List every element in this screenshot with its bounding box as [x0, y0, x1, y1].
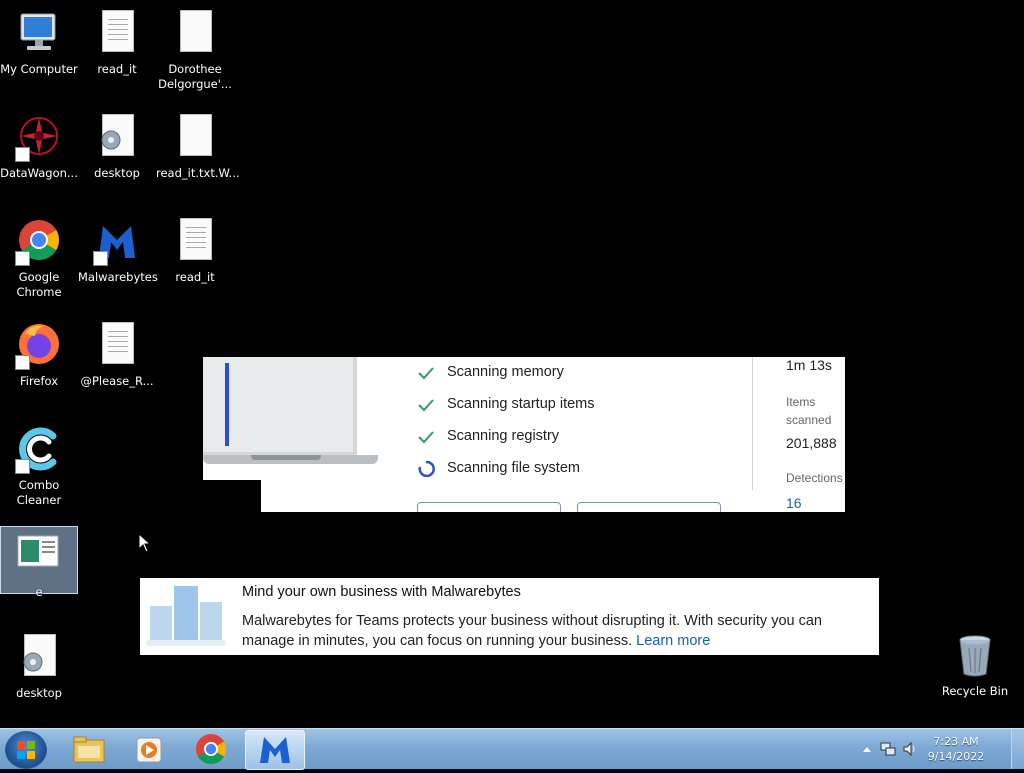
malwarebytes-promo-banner: Mind your own business with Malwarebytes… [140, 578, 879, 655]
settings-file-icon [15, 634, 63, 682]
desktop-icon-label: Google Chrome [16, 270, 62, 299]
desktop-icon-label: desktop [16, 686, 62, 700]
desktop-icon-label: DataWagon... [0, 166, 78, 180]
volume-icon[interactable] [902, 741, 918, 757]
occluded-region [203, 480, 261, 512]
firefox-icon [15, 322, 63, 370]
computer-icon [15, 10, 63, 58]
desktop-icon-label: read_it [175, 270, 215, 284]
desktop-icon-label: read_it [97, 62, 137, 76]
desktop-icon-label: Malwarebytes [78, 270, 158, 284]
chrome-icon [196, 734, 227, 765]
laptop-base-notch [251, 455, 321, 460]
learn-more-link[interactable]: Learn more [636, 633, 710, 649]
desktop-icon-label: @Please_R... [80, 374, 154, 388]
desktop-icon-recycle-bin[interactable]: Recycle Bin [936, 632, 1014, 699]
shortcut-arrow-icon [15, 355, 30, 370]
combo-cleaner-icon [15, 426, 63, 474]
windows-explorer-icon [73, 736, 105, 763]
desktop-icon-label: e [35, 585, 43, 599]
progress-bar [225, 363, 229, 446]
desktop-icon-malwarebytes[interactable]: Malwarebytes [78, 218, 158, 285]
desktop-icon-desktop-ini[interactable]: desktop [78, 114, 156, 181]
desktop-icon-desktop-ini-2[interactable]: desktop [0, 634, 78, 701]
clock-date: 9/14/2022 [927, 750, 985, 763]
shortcut-arrow-icon [15, 459, 30, 474]
desktop-icon-read-it[interactable]: read_it [78, 10, 156, 77]
check-icon [418, 367, 434, 380]
blank-document-icon [171, 10, 219, 58]
desktop-icon-combo-cleaner[interactable]: Combo Cleaner [0, 426, 78, 508]
scan-step-label: Scanning registry [447, 428, 560, 444]
banner-body-text: Malwarebytes for Teams protects your bus… [242, 613, 822, 649]
desktop-icon-label: Dorothee Delgorgue'... [158, 62, 232, 91]
banner-body: Malwarebytes for Teams protects your bus… [242, 611, 867, 651]
desktop-icon-my-computer[interactable]: My Computer [0, 10, 78, 77]
scan-step-label: Scanning file system [447, 460, 580, 476]
taskbar-item-explorer[interactable] [60, 730, 118, 768]
spinner-icon [418, 461, 435, 477]
desktop-icon-read-it-txt[interactable]: read_it.txt.W... [156, 114, 240, 181]
taskbar-item-chrome[interactable] [182, 730, 240, 768]
detections-label: Detections [786, 471, 843, 485]
desktop-icon-label: Combo Cleaner [16, 478, 62, 507]
elapsed-time: 1m 13s [786, 357, 832, 373]
blank-document-icon [171, 114, 219, 162]
malwarebytes-scan-panel: Scanning memory Scanning startup items S… [203, 357, 845, 512]
shortcut-arrow-icon [93, 251, 108, 266]
items-scanned-value: 201,888 [786, 435, 837, 451]
desktop-icon-label: Recycle Bin [941, 684, 1009, 698]
check-icon [418, 399, 434, 412]
media-player-icon [136, 737, 162, 763]
desktop-icon-label: My Computer [0, 62, 78, 76]
text-document-icon [93, 10, 141, 58]
desktop-icon-please-read[interactable]: @Please_R... [78, 322, 156, 389]
shortcut-arrow-icon [15, 251, 30, 266]
chrome-icon [15, 218, 63, 266]
banner-title: Mind your own business with Malwarebytes [242, 584, 521, 600]
settings-file-icon [93, 114, 141, 162]
desktop-icon-google-chrome[interactable]: Google Chrome [0, 218, 78, 300]
datawagon-icon [15, 114, 63, 162]
malwarebytes-icon [93, 218, 141, 266]
desktop-icon-label: read_it.txt.W... [156, 166, 240, 180]
scan-action-button-left[interactable] [417, 502, 561, 512]
taskbar-item-malwarebytes[interactable] [245, 730, 305, 770]
building-illustration-icon [146, 586, 226, 648]
malwarebytes-icon [260, 737, 290, 763]
shortcut-arrow-icon [15, 147, 30, 162]
items-scanned-label: Items scanned [786, 395, 832, 427]
check-icon [418, 431, 434, 444]
window-thumbnail-icon [15, 533, 63, 581]
text-document-icon [171, 218, 219, 266]
desktop-icon-label: Firefox [19, 374, 59, 388]
scan-action-button-right[interactable] [577, 502, 721, 512]
clock-time: 7:23 AM [933, 735, 979, 748]
desktop-icon-firefox[interactable]: Firefox [0, 322, 78, 389]
taskbar: 7:23 AM 9/14/2022 [0, 728, 1024, 770]
show-desktop-button[interactable] [1011, 729, 1024, 769]
desktop-icon-e[interactable]: e [0, 526, 78, 599]
panel-divider [752, 357, 753, 490]
start-button[interactable] [5, 731, 47, 769]
scan-step-label: Scanning memory [447, 364, 564, 380]
system-tray: 7:23 AM 9/14/2022 [854, 729, 1014, 769]
network-icon[interactable] [880, 741, 896, 757]
scan-step-label: Scanning startup items [447, 396, 595, 412]
windows-logo-icon [17, 741, 35, 759]
clock[interactable]: 7:23 AM 9/14/2022 [924, 734, 988, 764]
detections-value[interactable]: 16 [786, 495, 802, 511]
taskbar-item-media-player[interactable] [120, 730, 178, 768]
recycle-bin-icon [951, 632, 999, 680]
text-document-icon [93, 322, 141, 370]
desktop-icon-read-it-2[interactable]: read_it [156, 218, 234, 285]
desktop-icon-datawagon[interactable]: DataWagon... [0, 114, 78, 181]
show-hidden-icons-icon[interactable] [862, 745, 872, 753]
desktop-icon-dorothee[interactable]: Dorothee Delgorgue'... [156, 10, 234, 92]
desktop-icon-label: desktop [94, 166, 140, 180]
mouse-cursor-icon [138, 533, 150, 553]
